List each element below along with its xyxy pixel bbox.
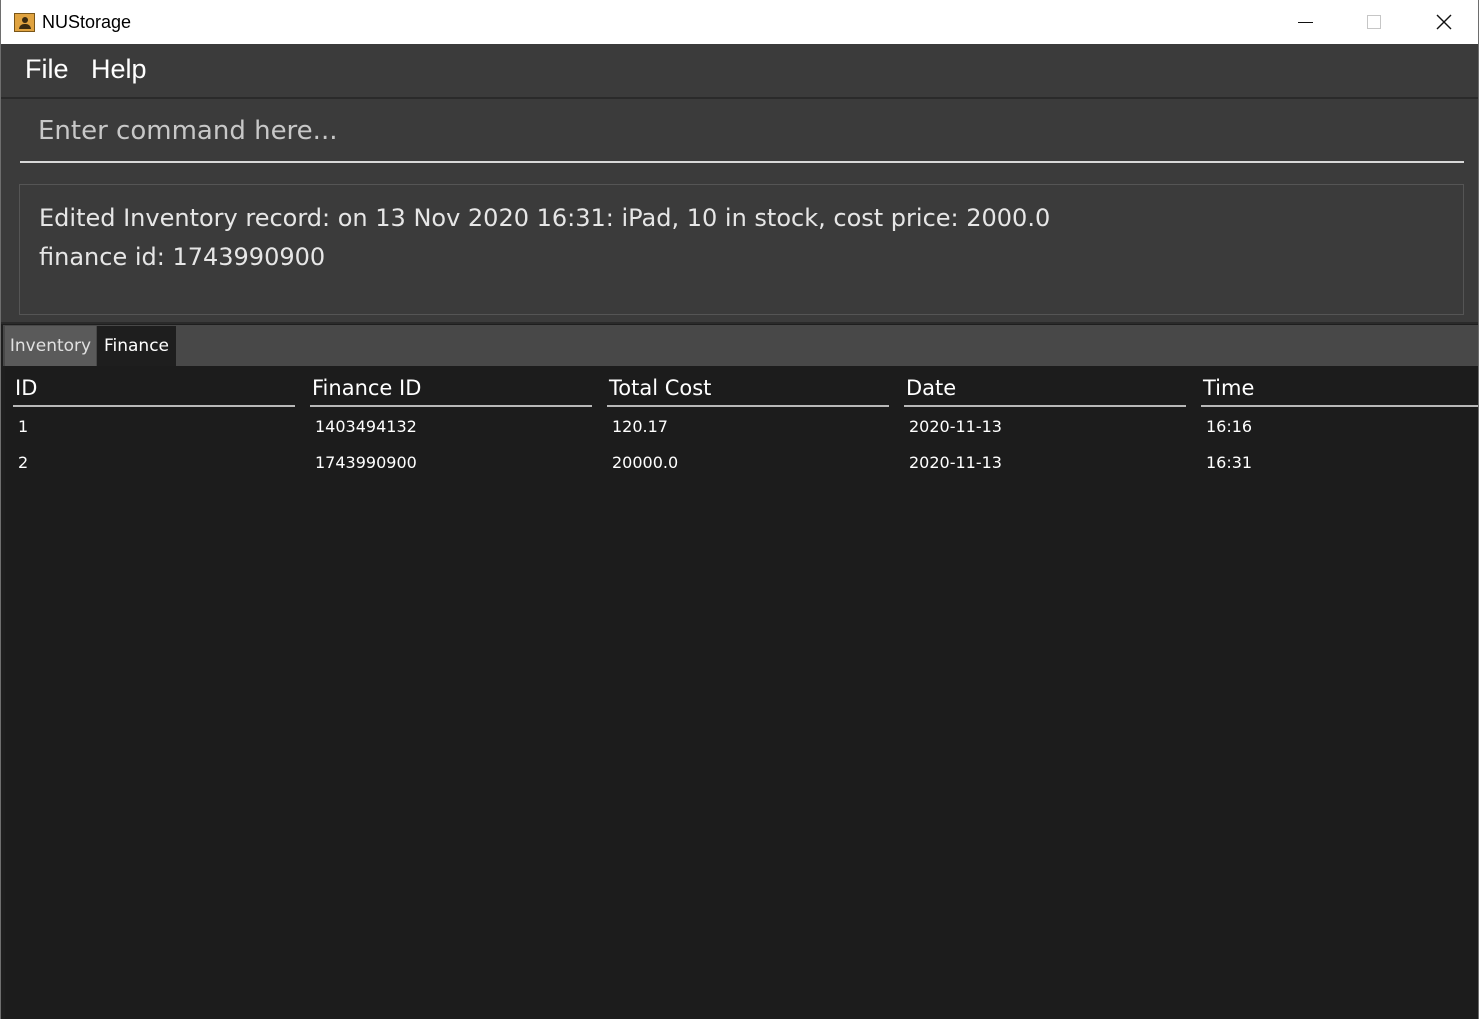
column-header-total-cost[interactable]: Total Cost [607, 376, 889, 407]
cell-id: 1 [18, 417, 29, 436]
maximize-button[interactable] [1339, 0, 1409, 44]
menu-help[interactable]: Help [91, 54, 147, 85]
menu-bar: File Help [1, 44, 1478, 99]
cell-total-cost: 120.17 [612, 417, 668, 436]
minimize-icon [1297, 21, 1313, 23]
cell-finance-id: 1743990900 [315, 453, 417, 472]
cell-date: 2020-11-13 [909, 417, 1002, 436]
tab-bar: Inventory Finance [3, 325, 1478, 366]
close-button[interactable] [1409, 0, 1479, 44]
title-bar: NUStorage [1, 0, 1478, 44]
cell-time: 16:31 [1206, 453, 1253, 472]
result-line: finance id: 1743990900 [39, 243, 326, 271]
column-header-finance-id[interactable]: Finance ID [310, 376, 592, 407]
app-icon [14, 12, 35, 32]
command-input[interactable] [20, 101, 1464, 163]
minimize-button[interactable] [1270, 0, 1340, 44]
cell-date: 2020-11-13 [909, 453, 1002, 472]
cell-finance-id: 1403494132 [315, 417, 417, 436]
close-icon [1436, 14, 1452, 30]
tab-inventory[interactable]: Inventory [5, 326, 96, 366]
column-header-time[interactable]: Time [1201, 376, 1478, 407]
finance-table: ID Finance ID Total Cost Date Time 1 140… [5, 366, 1478, 1019]
tab-finance[interactable]: Finance [97, 326, 176, 366]
column-header-id[interactable]: ID [13, 376, 295, 407]
command-box [1, 99, 1478, 176]
result-display: Edited Inventory record: on 13 Nov 2020 … [19, 184, 1464, 315]
result-panel: Edited Inventory record: on 13 Nov 2020 … [1, 176, 1478, 324]
window-title: NUStorage [42, 11, 132, 32]
menu-file[interactable]: File [25, 54, 69, 85]
app-window: NUStorage File Help Edited Inventory rec… [0, 0, 1479, 1019]
cell-time: 16:16 [1206, 417, 1253, 436]
cell-id: 2 [18, 453, 29, 472]
maximize-icon [1367, 15, 1381, 29]
cell-total-cost: 20000.0 [612, 453, 679, 472]
column-header-date[interactable]: Date [904, 376, 1186, 407]
result-line: Edited Inventory record: on 13 Nov 2020 … [39, 204, 1051, 232]
